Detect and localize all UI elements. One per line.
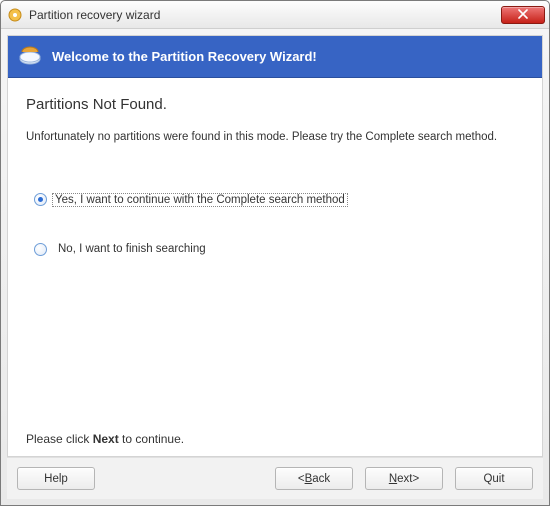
- option-finish-searching[interactable]: No, I want to finish searching: [34, 242, 524, 256]
- button-label: <: [298, 473, 305, 485]
- option-label: Yes, I want to continue with the Complet…: [52, 193, 348, 207]
- next-button[interactable]: Next>: [365, 467, 443, 490]
- close-icon: [518, 8, 528, 22]
- page-body: Unfortunately no partitions were found i…: [26, 131, 524, 143]
- wizard-header-title: Welcome to the Partition Recovery Wizard…: [52, 49, 317, 64]
- close-button[interactable]: [501, 6, 545, 24]
- option-label: No, I want to finish searching: [55, 242, 209, 256]
- radio-icon: [34, 193, 47, 206]
- button-label: ack: [312, 473, 330, 485]
- hint-text: to continue.: [119, 432, 184, 446]
- quit-button[interactable]: Quit: [455, 467, 533, 490]
- button-bar: Help <Back Next> Quit: [7, 457, 543, 499]
- button-label: B: [305, 473, 313, 485]
- button-label: ext>: [397, 473, 419, 485]
- page-heading: Partitions Not Found.: [26, 96, 524, 113]
- option-continue-complete-search[interactable]: Yes, I want to continue with the Complet…: [34, 193, 524, 206]
- wizard-header: Welcome to the Partition Recovery Wizard…: [8, 36, 542, 78]
- wizard-content: Partitions Not Found. Unfortunately no p…: [8, 78, 542, 456]
- app-icon: [7, 7, 23, 23]
- footer-hint: Please click Next to continue.: [26, 432, 184, 446]
- button-label: N: [389, 473, 397, 485]
- titlebar: Partition recovery wizard: [1, 1, 549, 29]
- options-group: Yes, I want to continue with the Complet…: [26, 193, 524, 256]
- radio-icon: [34, 243, 47, 256]
- disk-icon: [18, 45, 42, 69]
- wizard-panel: Welcome to the Partition Recovery Wizard…: [7, 35, 543, 457]
- client-area: Welcome to the Partition Recovery Wizard…: [1, 29, 549, 505]
- window-title: Partition recovery wizard: [29, 8, 501, 22]
- hint-text: Please click: [26, 432, 93, 446]
- hint-bold: Next: [93, 432, 119, 446]
- back-button[interactable]: <Back: [275, 467, 353, 490]
- wizard-window: Partition recovery wizard Welcome to the…: [0, 0, 550, 506]
- button-label: Quit: [483, 473, 504, 485]
- help-button[interactable]: Help: [17, 467, 95, 490]
- button-label: Help: [44, 473, 68, 485]
